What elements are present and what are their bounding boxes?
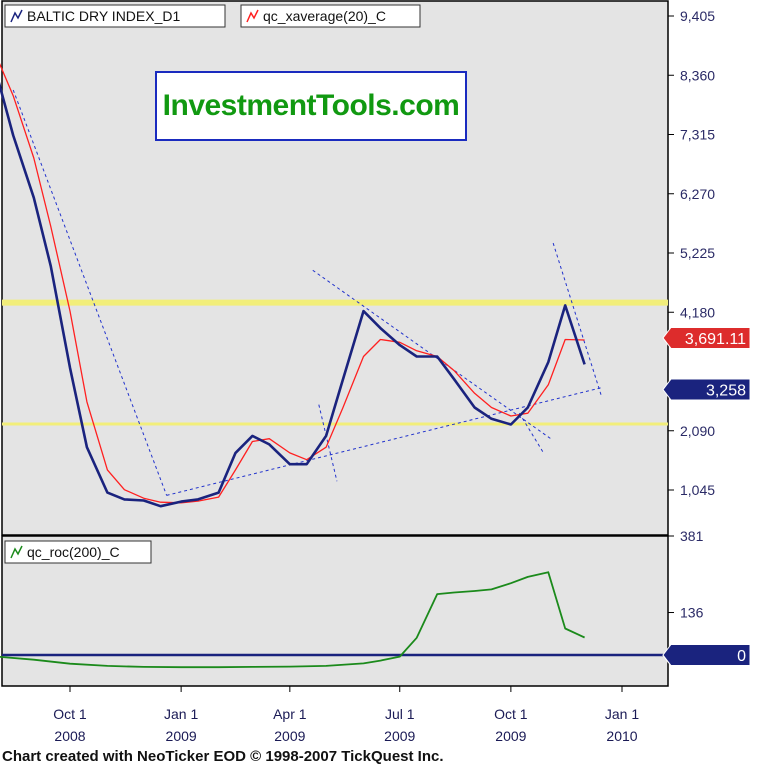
x-tick-label: Jan 1 — [605, 706, 639, 722]
x-tick-label: Jul 1 — [385, 706, 415, 722]
date-axis: Oct 1 2008 Jan 1 2009 Apr 1 2009 Jul 1 2009 Oct … — [53, 686, 639, 744]
y-tick-label: 7,315 — [680, 127, 715, 143]
price-legend-box: BALTIC DRY INDEX_D1 — [4, 4, 226, 28]
y-tick-label: 8,360 — [680, 67, 715, 83]
legend-average-label: qc_xaverage(20)_C — [263, 8, 386, 24]
zero-value-text: 0 — [737, 648, 746, 665]
y-tick-label: 2,090 — [680, 423, 715, 439]
y-tick-label: 381 — [680, 528, 704, 544]
y-tick-label: 1,045 — [680, 482, 715, 498]
y-tick-label: 4,180 — [680, 304, 715, 320]
y-tick-label: 9,405 — [680, 8, 715, 24]
price-y-axis: 9,405 8,360 7,315 6,270 5,225 4,180 2,090 1,045 — [668, 8, 715, 498]
average-value-text: 3,691.11 — [685, 331, 746, 348]
price-value-text: 3,258 — [706, 383, 746, 400]
x-tick-year: 2009 — [384, 728, 415, 744]
footer-credit: Chart created with NeoTicker EOD © 1998-… — [2, 748, 444, 765]
x-tick-year: 2009 — [274, 728, 305, 744]
legend-price-label: BALTIC DRY INDEX_D1 — [27, 8, 180, 24]
average-legend-box: qc_xaverage(20)_C — [240, 4, 421, 28]
x-tick-year: 2009 — [495, 728, 526, 744]
x-tick-label: Oct 1 — [494, 706, 528, 722]
x-tick-label: Apr 1 — [273, 706, 307, 722]
legend-roc-label: qc_roc(200)_C — [27, 544, 120, 560]
x-tick-label: Jan 1 — [164, 706, 198, 722]
roc-legend-box: qc_roc(200)_C — [4, 540, 152, 564]
y-tick-label: 6,270 — [680, 186, 715, 202]
watermark-logo: InvestmentTools.com — [155, 71, 467, 141]
x-tick-year: 2008 — [54, 728, 85, 744]
y-tick-label: 5,225 — [680, 245, 715, 261]
y-tick-label: 136 — [680, 605, 704, 621]
roc-y-axis: 381 136 — [668, 528, 704, 621]
x-tick-year: 2010 — [606, 728, 637, 744]
x-tick-label: Oct 1 — [53, 706, 87, 722]
x-tick-year: 2009 — [166, 728, 197, 744]
